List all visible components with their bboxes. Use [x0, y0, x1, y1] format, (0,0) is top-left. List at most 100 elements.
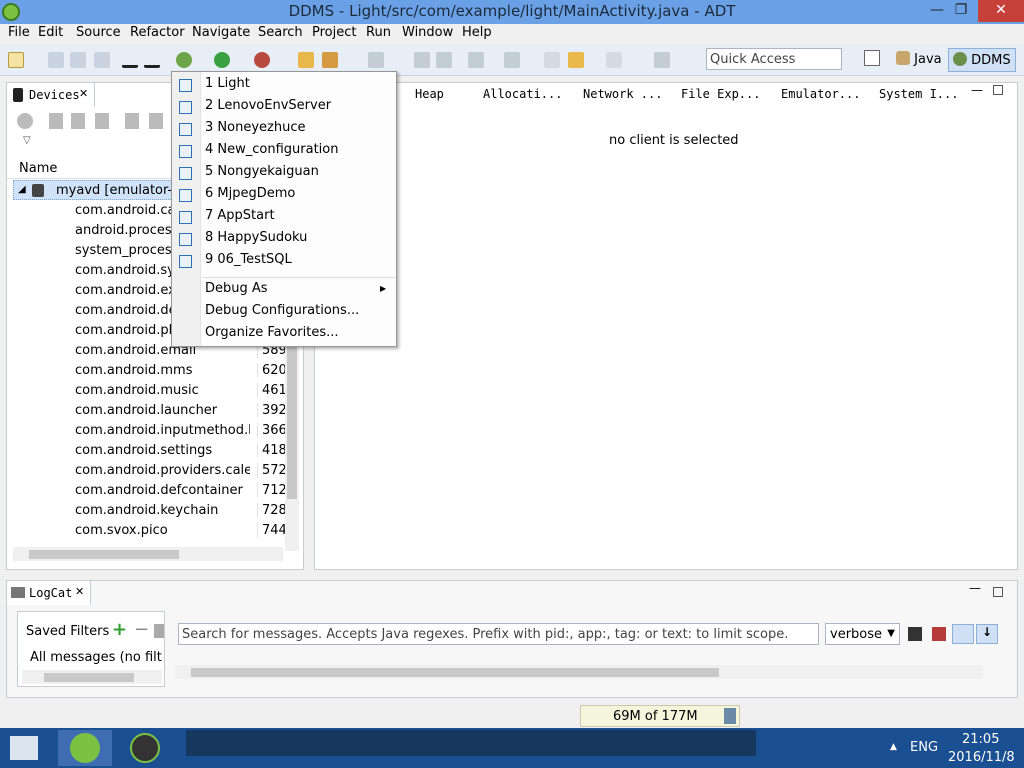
minimize-logcat-icon[interactable]: —	[969, 581, 981, 595]
debug-menu-item[interactable]: 9 06_TestSQL	[205, 252, 292, 267]
last-edit-icon[interactable]	[654, 52, 670, 68]
trash-icon[interactable]	[724, 708, 736, 724]
toggle-filters-icon[interactable]	[952, 624, 974, 644]
language-indicator[interactable]: ENG	[910, 740, 938, 755]
back-arrow-icon[interactable]	[544, 52, 560, 68]
menu-file[interactable]: File	[8, 25, 30, 40]
tab-network[interactable]: Network ...	[583, 87, 662, 101]
dump-hprof-icon[interactable]	[71, 113, 85, 129]
process-row[interactable]: com.android.keychain 728	[7, 501, 297, 521]
block-icon[interactable]	[414, 52, 430, 68]
close-tab-icon[interactable]: ✕	[79, 87, 88, 100]
tab-allocation[interactable]: Allocati...	[483, 87, 562, 101]
debug-icon[interactable]	[176, 52, 192, 68]
process-row[interactable]: com.android.mms 620	[7, 361, 297, 381]
upload-icon[interactable]	[122, 52, 138, 68]
process-row[interactable]: com.svox.pico 744	[7, 521, 297, 541]
process-row[interactable]: com.android.defcontainer 712	[7, 481, 297, 501]
clock-date[interactable]: 2016/11/8	[948, 750, 1015, 765]
windows-start-icon[interactable]	[10, 736, 38, 760]
wrench-icon[interactable]	[322, 52, 338, 68]
filters-hscroll-thumb[interactable]	[44, 673, 134, 682]
open-folder-icon[interactable]	[298, 52, 314, 68]
devices-tab[interactable]: Devices ✕	[7, 83, 95, 107]
clock-time[interactable]: 21:05	[962, 732, 999, 747]
logcat-hscroll-thumb[interactable]	[191, 668, 719, 677]
all-messages-filter[interactable]: All messages (no filte	[22, 650, 162, 668]
view-menu-icon[interactable]: ▽	[23, 135, 31, 146]
debug-as-item[interactable]: Debug As	[205, 281, 268, 296]
back-icon[interactable]	[568, 52, 584, 68]
external-tools-icon[interactable]	[254, 52, 270, 68]
perspective-ddms[interactable]: DDMS	[948, 48, 1016, 72]
organize-favorites-item[interactable]: Organize Favorites...	[205, 325, 339, 340]
debug-menu-item[interactable]: 3 Noneyezhuce	[205, 120, 305, 135]
heap-icon[interactable]	[49, 113, 63, 129]
quick-access-input[interactable]: Quick Access	[706, 48, 842, 70]
process-row[interactable]: com.android.music 461	[7, 381, 297, 401]
save-log-icon[interactable]	[908, 627, 922, 641]
maximize-logcat-icon[interactable]	[993, 587, 1003, 597]
maximize-view-icon[interactable]	[993, 85, 1003, 95]
edit-filter-icon[interactable]	[154, 624, 164, 638]
menu-navigate[interactable]: Navigate	[192, 25, 250, 40]
menu-source[interactable]: Source	[76, 25, 121, 40]
minimize-view-icon[interactable]: —	[971, 83, 983, 97]
maximize-button[interactable]: ❐	[946, 0, 976, 22]
remove-filter-icon[interactable]: −	[134, 619, 149, 640]
horizontal-scrollbar[interactable]	[13, 547, 283, 561]
debug-menu-item[interactable]: 1 Light	[205, 76, 250, 91]
tab-emulator[interactable]: Emulator...	[781, 87, 860, 101]
save-all-icon[interactable]	[70, 52, 86, 68]
forward-icon[interactable]	[606, 52, 622, 68]
add-filter-icon[interactable]: +	[112, 619, 127, 640]
tab-file-explorer[interactable]: File Exp...	[681, 87, 760, 101]
debug-menu-item[interactable]: 6 MjpegDemo	[205, 186, 295, 201]
menu-window[interactable]: Window	[402, 25, 453, 40]
gc-icon[interactable]	[95, 113, 109, 129]
pin-icon[interactable]	[368, 52, 384, 68]
logcat-search-input[interactable]: Search for messages. Accepts Java regexe…	[178, 623, 819, 645]
threads-icon[interactable]	[125, 113, 139, 129]
menu-refactor[interactable]: Refactor	[130, 25, 185, 40]
download-icon[interactable]	[144, 52, 160, 68]
open-perspective-icon[interactable]	[864, 50, 880, 66]
debug-configurations-item[interactable]: Debug Configurations...	[205, 303, 359, 318]
save-icon[interactable]	[48, 52, 64, 68]
list-icon[interactable]	[436, 52, 452, 68]
tray-arrow-icon[interactable]: ▲	[890, 742, 897, 752]
debug-menu-item[interactable]: 2 LenovoEnvServer	[205, 98, 331, 113]
tab-system-info[interactable]: System I...	[879, 87, 958, 101]
debug-menu-item[interactable]: 4 New_configuration	[205, 142, 339, 157]
tab-heap[interactable]: Heap	[415, 87, 444, 101]
hscroll-thumb[interactable]	[29, 550, 179, 559]
menu-search[interactable]: Search	[258, 25, 303, 40]
log-level-select[interactable]: verbose ▼	[825, 623, 900, 645]
expand-icon[interactable]: ◢	[18, 184, 26, 195]
close-button[interactable]: ✕	[978, 0, 1024, 22]
debug-menu-item[interactable]: 8 HappySudoku	[205, 230, 307, 245]
menu-project[interactable]: Project	[312, 25, 356, 40]
perspective-java[interactable]: Java	[892, 48, 946, 72]
process-row[interactable]: com.android.launcher 392	[7, 401, 297, 421]
run-icon[interactable]	[214, 52, 230, 68]
logcat-tab[interactable]: LogCat ✕	[7, 581, 91, 605]
scroll-lock-icon[interactable]: ↓	[976, 624, 998, 644]
filters-hscroll[interactable]	[22, 670, 162, 684]
close-logcat-icon[interactable]: ✕	[75, 585, 84, 598]
logcat-hscroll[interactable]	[175, 665, 983, 679]
menu-edit[interactable]: Edit	[38, 25, 63, 40]
taskbar-android[interactable]	[118, 730, 172, 766]
method-profiling-icon[interactable]	[149, 113, 163, 129]
process-row[interactable]: com.android.providers.calenda 572	[7, 461, 297, 481]
print-icon[interactable]	[94, 52, 110, 68]
prev-annotation-icon[interactable]	[504, 52, 520, 68]
taskbar-eclipse[interactable]	[58, 730, 112, 766]
process-row[interactable]: com.android.inputmethod.latin 366	[7, 421, 297, 441]
menu-help[interactable]: Help	[462, 25, 492, 40]
process-row[interactable]: com.android.settings 418	[7, 441, 297, 461]
menu-run[interactable]: Run	[366, 25, 391, 40]
next-annotation-icon[interactable]	[468, 52, 484, 68]
clear-log-icon[interactable]	[932, 627, 946, 641]
debug-process-icon[interactable]	[17, 113, 33, 129]
